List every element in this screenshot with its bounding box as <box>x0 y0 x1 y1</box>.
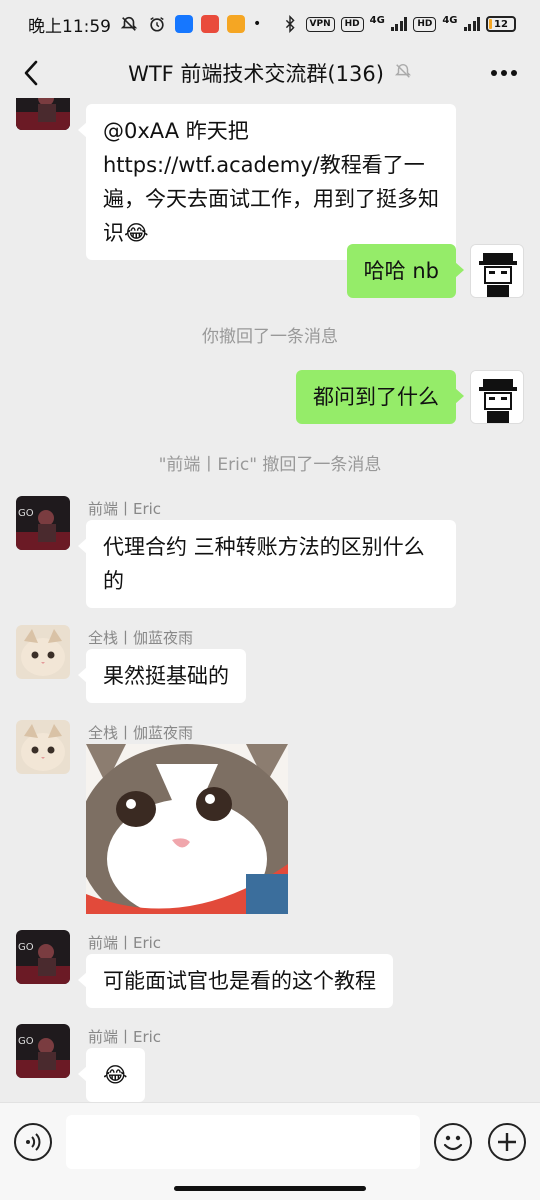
system-notice: 你撤回了一条消息 <box>202 327 338 347</box>
chevron-left-icon[interactable] <box>14 56 48 90</box>
cat-sticker[interactable] <box>86 744 288 914</box>
message-bubble[interactable]: @0xAA 昨天把 https://wtf.academy/教程看了一遍，今天去… <box>78 104 456 260</box>
hd-badge: HD <box>340 16 364 32</box>
sender-name: 全栈丨伽蓝夜雨 <box>88 724 194 742</box>
message-bubble[interactable]: 可能面试官也是看的这个教程 <box>78 954 393 1008</box>
alipay-icon <box>175 15 193 33</box>
svg-text:GO: GO <box>18 508 34 519</box>
battery-icon: 12 <box>486 16 516 32</box>
chat-title-wrap: WTF 前端技术交流群(136) <box>0 58 540 88</box>
sender-name: 全栈丨伽蓝夜雨 <box>88 629 194 647</box>
sender-name: 前端丨Eric <box>88 500 162 518</box>
message-bubble[interactable]: 哈哈 nb <box>346 244 465 298</box>
message-bubble[interactable]: 代理合约 三种转账方法的区别什么的 <box>78 520 456 608</box>
avatar[interactable]: GO <box>16 1024 70 1078</box>
voice-icon[interactable] <box>14 1123 52 1161</box>
message-bubble[interactable]: 都问到了什么 <box>296 370 464 424</box>
status-time: 晚上11:59 <box>28 16 111 37</box>
status-bar: 晚上11:59 • VPN HD 4G HD 4G 12 <box>0 0 540 48</box>
mute-bell-icon <box>119 14 139 34</box>
emoji-icon[interactable] <box>434 1123 472 1161</box>
alarm-icon <box>147 14 167 34</box>
sender-name: 前端丨Eric <box>88 1028 162 1046</box>
message-list[interactable]: @0xAA 昨天把 https://wtf.academy/教程看了一遍，今天去… <box>0 98 540 1102</box>
avatar[interactable] <box>16 625 70 679</box>
plus-icon[interactable] <box>488 1123 526 1161</box>
signal-icon <box>463 17 480 31</box>
hd-badge: HD <box>413 16 437 32</box>
avatar[interactable]: GO <box>16 930 70 984</box>
dot-icon: • <box>253 16 262 32</box>
avatar[interactable] <box>16 98 70 130</box>
svg-text:GO: GO <box>18 1036 34 1047</box>
message-text: 可能面试官也是看的这个教程 <box>103 969 376 993</box>
message-text: @0xAA 昨天把 https://wtf.academy/教程看了一遍，今天去… <box>103 119 439 245</box>
system-notice: "前端丨Eric" 撤回了一条消息 <box>158 455 382 475</box>
avatar[interactable]: GO <box>16 496 70 550</box>
message-text: 😂 <box>103 1063 128 1087</box>
more-dots-icon[interactable] <box>484 56 524 90</box>
signal-icon <box>390 17 408 31</box>
message-text: 都问到了什么 <box>313 385 439 409</box>
message-bubble[interactable]: 果然挺基础的 <box>78 649 246 703</box>
chat-title: WTF 前端技术交流群(136) <box>128 62 384 86</box>
message-text: 果然挺基础的 <box>103 664 229 688</box>
sender-name: 前端丨Eric <box>88 934 162 952</box>
message-input[interactable] <box>66 1115 420 1169</box>
network-type: 4G <box>369 14 385 26</box>
app-icon <box>227 15 245 33</box>
svg-text:GO: GO <box>18 942 34 953</box>
chat-header: WTF 前端技术交流群(136) <box>0 48 540 98</box>
message-text: 代理合约 三种转账方法的区别什么的 <box>103 535 425 593</box>
message-text: 哈哈 nb <box>363 259 439 283</box>
home-indicator <box>174 1186 366 1191</box>
bell-off-icon <box>394 61 412 85</box>
vpn-badge: VPN <box>305 16 335 32</box>
avatar[interactable] <box>470 244 524 298</box>
message-bubble[interactable]: 😂 <box>78 1048 145 1102</box>
avatar[interactable] <box>16 720 70 774</box>
network-type: 4G <box>442 14 458 26</box>
battery-level: 12 <box>494 18 508 30</box>
app-icon <box>201 15 219 33</box>
bluetooth-icon <box>280 14 300 34</box>
avatar[interactable] <box>470 370 524 424</box>
